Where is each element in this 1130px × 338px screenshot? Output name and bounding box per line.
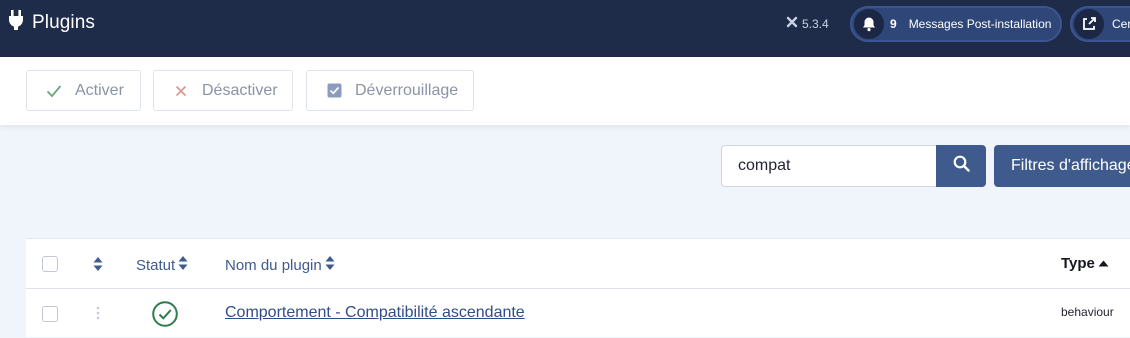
action-toolbar: Activer Désactiver Déverrouillage [0,57,1130,125]
table-row: Comportement - Compatibilité ascendante … [26,290,1130,338]
row-checkbox[interactable] [42,306,58,322]
top-header: Plugins 5.3.4 9 Messages Post-installati… [0,0,1130,57]
sort-icon [325,255,335,275]
plugin-type: behaviour [1061,305,1114,319]
search-value: compat [738,157,791,174]
post-install-messages-button[interactable]: 9 Messages Post-installation [850,6,1062,42]
deactivate-button[interactable]: Désactiver [153,70,293,111]
type-header-label: Type [1061,255,1095,272]
page-title: Plugins [32,11,96,33]
drag-handle-icon[interactable] [96,306,100,325]
plugin-name-link[interactable]: Comportement - Compatibilité ascendante [225,304,525,322]
center-button[interactable]: Cen [1070,6,1130,42]
column-header-type[interactable]: Type [1061,255,1109,272]
unlock-button[interactable]: Déverrouillage [306,70,474,111]
times-icon [172,82,190,100]
activate-button[interactable]: Activer [26,70,141,111]
deactivate-label: Désactiver [202,81,278,99]
select-all-checkbox[interactable] [42,256,58,272]
status-header-label: Statut [136,256,176,274]
filter-options-label: Filtres d'affichage [1011,157,1130,174]
checkbox-checked-icon [325,82,343,100]
name-header-label: Nom du plugin [225,256,322,274]
enabled-status-icon[interactable] [152,301,178,327]
brand: Plugins [8,10,95,35]
search-icon [953,155,970,177]
sort-ascending-icon [1098,255,1109,272]
messages-count-badge: 9 [890,17,897,31]
search-button[interactable] [936,145,986,187]
bell-icon [854,9,884,39]
messages-label: Messages Post-installation [908,17,1052,31]
joomla-logo-icon [786,16,798,31]
column-header-status[interactable]: Statut [136,255,188,275]
external-link-icon [1074,9,1104,39]
center-label: Cen [1112,17,1130,31]
filter-options-button[interactable]: Filtres d'affichage [994,145,1130,187]
plugins-table: Statut Nom du plugin Type Comportement -… [26,238,1130,337]
ordering-sort-icon[interactable] [93,256,103,272]
version-label: 5.3.4 [802,16,829,31]
sort-icon [178,255,188,275]
activate-label: Activer [75,81,124,99]
version-info: 5.3.4 [786,16,829,31]
unlock-label: Déverrouillage [355,81,459,99]
table-header: Statut Nom du plugin Type [26,239,1130,289]
search-input[interactable]: compat [721,145,937,187]
plug-icon [8,10,24,35]
column-header-name[interactable]: Nom du plugin [225,255,335,275]
check-icon [45,82,63,100]
